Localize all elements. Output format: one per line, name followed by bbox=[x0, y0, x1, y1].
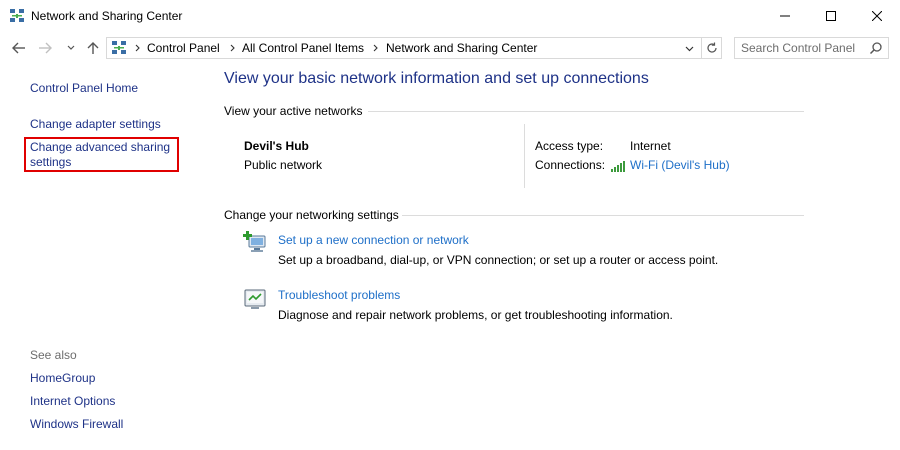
troubleshoot-description: Diagnose and repair network problems, or… bbox=[278, 308, 673, 322]
breadcrumb-all-items[interactable]: All Control Panel Items bbox=[242, 41, 364, 55]
up-button[interactable] bbox=[84, 39, 102, 57]
homegroup-link[interactable]: HomeGroup bbox=[30, 371, 95, 386]
active-networks-heading: View your active networks bbox=[224, 104, 363, 118]
see-also-heading: See also bbox=[30, 348, 77, 362]
section-divider bbox=[368, 111, 804, 112]
wifi-connection-link[interactable]: Wi-Fi (Devil's Hub) bbox=[630, 158, 730, 172]
close-button[interactable] bbox=[854, 0, 900, 31]
windows-firewall-link[interactable]: Windows Firewall bbox=[30, 417, 123, 432]
connections-label: Connections: bbox=[535, 158, 606, 172]
arrow-right-icon bbox=[39, 42, 52, 54]
access-type-label: Access type: bbox=[535, 139, 604, 153]
maximize-icon bbox=[826, 10, 836, 21]
control-panel-icon bbox=[112, 41, 126, 54]
left-pane: Control Panel Home Change adapter settin… bbox=[0, 65, 205, 450]
back-button[interactable] bbox=[10, 39, 28, 57]
network-type[interactable]: Public network bbox=[244, 158, 322, 172]
vertical-divider bbox=[524, 124, 525, 188]
close-icon bbox=[872, 10, 882, 21]
search-box[interactable] bbox=[734, 37, 889, 59]
chevron-down-icon bbox=[685, 46, 693, 52]
wifi-signal-icon bbox=[611, 161, 625, 172]
window-title: Network and Sharing Center bbox=[31, 9, 183, 23]
change-settings-heading: Change your networking settings bbox=[224, 208, 399, 222]
breadcrumb-control-panel[interactable]: Control Panel bbox=[147, 41, 220, 55]
change-adapter-settings-link[interactable]: Change adapter settings bbox=[30, 117, 161, 132]
search-input[interactable] bbox=[741, 40, 861, 56]
internet-options-link[interactable]: Internet Options bbox=[30, 394, 115, 409]
refresh-icon bbox=[707, 42, 717, 53]
recent-locations-button[interactable] bbox=[62, 39, 80, 57]
main-content: View your basic network information and … bbox=[205, 65, 900, 450]
section-divider bbox=[402, 215, 804, 216]
breadcrumb-separator-icon[interactable] bbox=[132, 42, 142, 54]
address-row: Control Panel All Control Panel Items Ne… bbox=[0, 31, 900, 65]
network-name: Devil's Hub bbox=[244, 139, 309, 153]
title-bar: Network and Sharing Center bbox=[0, 0, 900, 31]
access-type-value: Internet bbox=[630, 139, 671, 153]
maximize-button[interactable] bbox=[808, 0, 854, 31]
breadcrumb-network-center[interactable]: Network and Sharing Center bbox=[386, 41, 537, 55]
control-panel-home-link[interactable]: Control Panel Home bbox=[30, 81, 138, 96]
breadcrumb-separator-icon[interactable] bbox=[227, 42, 237, 54]
highlight-box bbox=[24, 137, 179, 172]
breadcrumb-separator-icon[interactable] bbox=[370, 42, 380, 54]
new-connection-icon bbox=[243, 231, 266, 252]
page-title: View your basic network information and … bbox=[224, 70, 649, 87]
minimize-icon bbox=[780, 15, 790, 16]
arrow-left-icon bbox=[12, 42, 25, 54]
troubleshoot-icon bbox=[244, 289, 266, 309]
address-dropdown-button[interactable] bbox=[681, 41, 697, 57]
chevron-down-icon bbox=[67, 45, 75, 50]
arrow-up-icon bbox=[87, 42, 99, 54]
setup-connection-link[interactable]: Set up a new connection or network bbox=[278, 233, 469, 247]
troubleshoot-link[interactable]: Troubleshoot problems bbox=[278, 288, 400, 302]
setup-connection-description: Set up a broadband, dial-up, or VPN conn… bbox=[278, 253, 719, 267]
forward-button[interactable] bbox=[36, 39, 54, 57]
search-icon[interactable] bbox=[869, 41, 883, 55]
refresh-button[interactable] bbox=[701, 38, 722, 58]
minimize-button[interactable] bbox=[762, 0, 808, 31]
address-bar[interactable]: Control Panel All Control Panel Items Ne… bbox=[106, 37, 722, 59]
network-center-icon bbox=[10, 9, 24, 22]
